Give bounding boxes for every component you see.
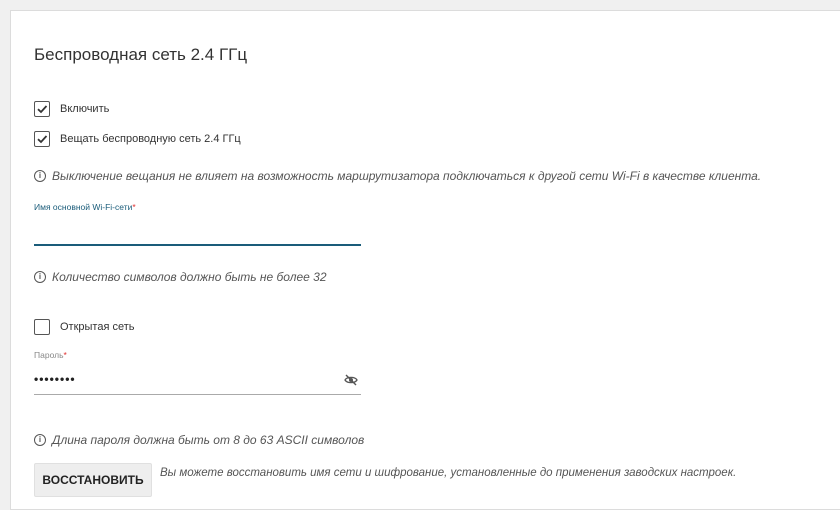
required-mark: * <box>63 350 67 360</box>
enable-checkbox-row[interactable]: Включить <box>34 101 109 117</box>
info-icon: i <box>34 271 46 283</box>
password-input-underline <box>34 394 361 395</box>
password-info: i Длина пароля должна быть от 8 до 63 AS… <box>34 433 364 447</box>
enable-label: Включить <box>60 103 110 115</box>
ssid-input-underline <box>34 244 361 246</box>
broadcast-info-text: Выключение вещания не влияет на возможно… <box>52 169 762 183</box>
ssid-input[interactable] <box>34 220 361 242</box>
broadcast-label: Вещать беспроводную сеть 2.4 ГГц <box>60 133 241 145</box>
broadcast-info: i Выключение вещания не влияет на возмож… <box>34 169 761 183</box>
open-network-checkbox-row[interactable]: Открытая сеть <box>34 319 135 335</box>
open-network-checkbox[interactable] <box>34 319 50 335</box>
ssid-label: Имя основной Wi-Fi-сети* <box>34 202 136 212</box>
required-mark: * <box>132 202 136 212</box>
section-title: Беспроводная сеть 2.4 ГГц <box>34 45 248 64</box>
check-icon <box>37 105 48 114</box>
info-icon: i <box>34 170 46 182</box>
ssid-label-text: Имя основной Wi-Fi-сети <box>34 202 133 212</box>
password-label-text: Пароль <box>34 350 64 360</box>
restore-note: Вы можете восстановить имя сети и шифров… <box>160 467 737 479</box>
ssid-info-text: Количество символов должно быть не более… <box>52 270 327 284</box>
eye-off-icon[interactable] <box>344 374 358 386</box>
password-label: Пароль* <box>34 350 67 360</box>
enable-checkbox[interactable] <box>34 101 50 117</box>
check-icon <box>37 135 48 144</box>
broadcast-checkbox[interactable] <box>34 131 50 147</box>
open-network-label: Открытая сеть <box>60 321 135 333</box>
info-icon: i <box>34 434 46 446</box>
password-info-text: Длина пароля должна быть от 8 до 63 ASCI… <box>52 433 365 447</box>
broadcast-checkbox-row[interactable]: Вещать беспроводную сеть 2.4 ГГц <box>34 131 241 147</box>
password-input[interactable]: •••••••• <box>34 372 76 386</box>
ssid-info: i Количество символов должно быть не бол… <box>34 270 327 284</box>
restore-button[interactable]: ВОССТАНОВИТЬ <box>34 463 152 497</box>
